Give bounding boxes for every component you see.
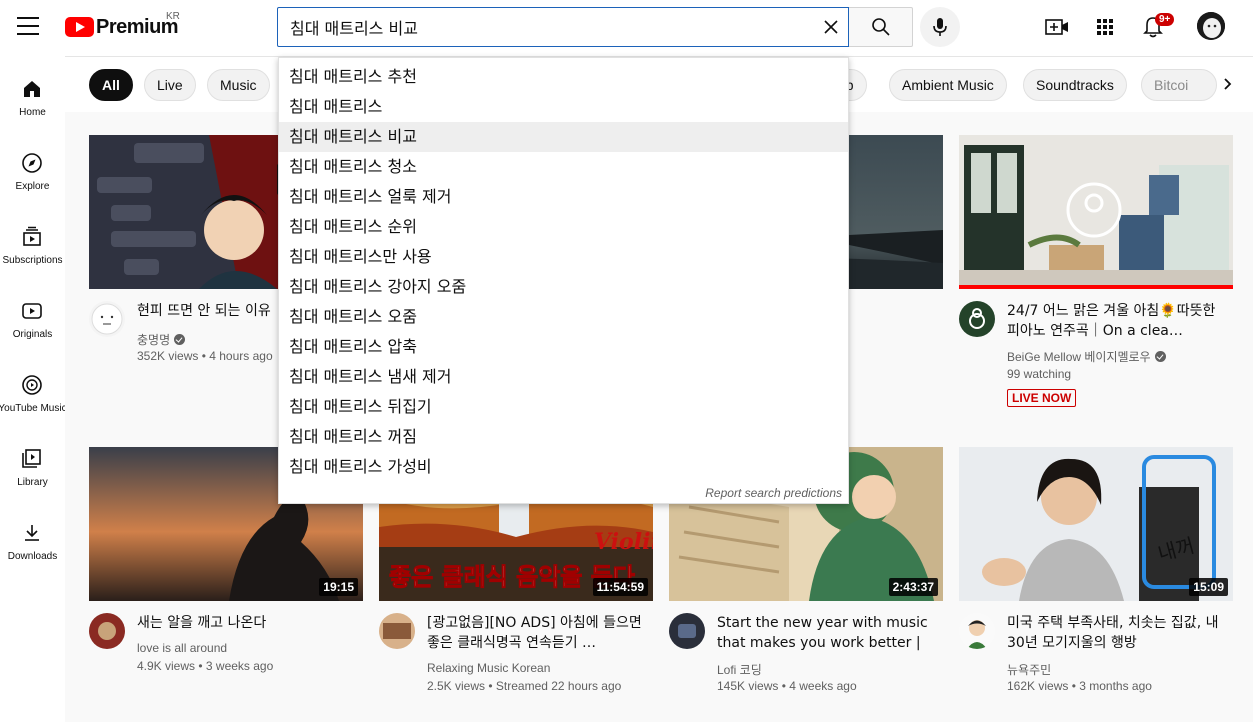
video-meta: 99 watching xyxy=(1007,367,1072,381)
search-icon xyxy=(871,18,890,36)
sidebar-item-label: Downloads xyxy=(7,551,58,562)
channel-name[interactable]: 충명명 xyxy=(137,331,186,348)
suggestion-item-highlighted[interactable]: 침대 매트리스 비교 xyxy=(279,122,848,152)
channel-name[interactable]: BeiGe Mellow 베이지멜로우 xyxy=(1007,348,1166,365)
create-video-icon[interactable] xyxy=(1044,14,1070,40)
chevron-right-icon[interactable] xyxy=(1218,72,1238,96)
live-now-badge: LIVE NOW xyxy=(1007,389,1077,407)
video-duration: 11:54:59 xyxy=(592,578,648,596)
video-thumbnail[interactable] xyxy=(959,135,1233,289)
clear-icon[interactable] xyxy=(822,18,840,36)
sidebar-item-library[interactable]: Library xyxy=(0,447,65,517)
sidebar-item-label: Home xyxy=(19,107,46,118)
chip-live[interactable]: Live xyxy=(144,69,196,101)
search-button[interactable] xyxy=(849,7,913,47)
sidebar-item-label: Subscriptions xyxy=(2,255,63,266)
suggestion-item[interactable]: 침대 매트리스 순위 xyxy=(279,212,848,242)
youtube-logo[interactable]: Premium KR xyxy=(65,11,180,39)
suggestion-item[interactable]: 침대 매트리스 꺼짐 xyxy=(279,422,848,452)
originals-icon xyxy=(22,303,42,319)
sidebar: Home Explore Subscriptions Originals You… xyxy=(0,56,67,722)
suggestion-item[interactable]: 침대 매트리스 압축 xyxy=(279,332,848,362)
video-meta: 162K views • 3 months ago xyxy=(1007,679,1152,693)
video-title[interactable]: [광고없음][NO ADS] 아침에 들으면 좋은 클래식명곡 연속듣기 … xyxy=(427,613,649,653)
video-duration: 15:09 xyxy=(1189,578,1228,596)
channel-name-text: BeiGe Mellow 베이지멜로우 xyxy=(1007,350,1151,364)
download-icon xyxy=(25,525,39,541)
channel-name-text: 충명명 xyxy=(137,333,171,347)
thumbnail-script-text: Violin xyxy=(594,529,653,555)
video-title[interactable]: Start the new year with music that makes… xyxy=(717,613,939,653)
notification-badge: 9+ xyxy=(1155,13,1175,26)
suggestion-item[interactable]: 침대 매트리스 냄새 제거 xyxy=(279,362,848,392)
apps-grid-icon[interactable] xyxy=(1092,14,1118,40)
home-icon xyxy=(24,81,40,97)
channel-avatar[interactable] xyxy=(89,613,125,649)
suggestion-item[interactable]: 침대 매트리스 xyxy=(279,92,848,122)
suggestion-item[interactable]: 침대 매트리스 얼룩 제거 xyxy=(279,182,848,212)
suggestion-item[interactable]: 침대 매트리스 청소 xyxy=(279,152,848,182)
report-search-predictions-link[interactable]: Report search predictions xyxy=(705,486,842,500)
music-icon xyxy=(22,375,42,395)
video-duration: 2:43:37 xyxy=(888,578,938,596)
chip-ambient-music[interactable]: Ambient Music xyxy=(889,69,1007,101)
video-meta: 352K views • 4 hours ago xyxy=(137,349,273,363)
channel-avatar[interactable] xyxy=(959,301,995,337)
channel-name[interactable]: Lofi 코딩 xyxy=(717,661,762,678)
chip-soundtracks[interactable]: Soundtracks xyxy=(1023,69,1127,101)
suggestion-item[interactable]: 침대 매트리스 뒤집기 xyxy=(279,392,848,422)
video-title[interactable]: 24/7 어느 맑은 겨울 아침🌻따뜻한 피아노 연주곡｜On a clea… xyxy=(1007,301,1229,341)
chip-all[interactable]: All xyxy=(89,69,133,101)
compass-icon xyxy=(22,153,42,173)
suggestion-item[interactable]: 침대 매트리스 강아지 오줌 xyxy=(279,272,848,302)
suggestion-item[interactable]: 침대 매트리스 가성비 xyxy=(279,452,848,482)
channel-name[interactable]: 뉴욕주민 xyxy=(1007,661,1051,678)
sidebar-item-downloads[interactable]: Downloads xyxy=(0,521,65,591)
top-bar: Premium KR 9+ xyxy=(0,0,1253,56)
sidebar-item-youtube-music[interactable]: YouTube Music xyxy=(0,373,67,443)
search-suggestions-dropdown: 침대 매트리스 추천 침대 매트리스 침대 매트리스 비교 침대 매트리스 청소… xyxy=(278,57,849,504)
voice-search-button[interactable] xyxy=(920,7,960,47)
video-duration: 19:15 xyxy=(319,578,358,596)
video-meta: 2.5K views • Streamed 22 hours ago xyxy=(427,679,622,693)
sidebar-item-label: Library xyxy=(17,477,48,488)
account-avatar[interactable] xyxy=(1197,12,1225,40)
sidebar-item-explore[interactable]: Explore xyxy=(0,151,65,221)
video-meta: 4.9K views • 3 weeks ago xyxy=(137,659,274,673)
library-icon xyxy=(22,449,41,468)
subscriptions-icon xyxy=(23,226,41,246)
channel-name[interactable]: Relaxing Music Korean xyxy=(427,661,550,675)
chip-music[interactable]: Music xyxy=(207,69,270,101)
search-input[interactable] xyxy=(290,8,810,46)
video-meta: 145K views • 4 weeks ago xyxy=(717,679,857,693)
sidebar-item-label: Originals xyxy=(12,329,53,340)
channel-avatar[interactable] xyxy=(669,613,705,649)
verified-check-icon xyxy=(1154,351,1166,362)
mic-icon xyxy=(933,18,947,36)
video-title[interactable]: 새는 알을 깨고 나온다 xyxy=(137,613,359,633)
channel-name[interactable]: love is all around xyxy=(137,641,227,655)
channel-avatar[interactable] xyxy=(379,613,415,649)
sidebar-item-label: YouTube Music xyxy=(0,403,67,414)
logo-country: KR xyxy=(166,11,180,22)
live-progress-bar xyxy=(959,285,1233,289)
video-title[interactable]: 미국 주택 부족사태, 치솟는 집값, 내 30년 모기지울의 행방 xyxy=(1007,613,1229,653)
youtube-play-icon xyxy=(65,17,94,37)
menu-icon[interactable] xyxy=(17,17,39,37)
sidebar-item-label: Explore xyxy=(15,181,50,192)
suggestion-item[interactable]: 침대 매트리스 오줌 xyxy=(279,302,848,332)
sidebar-item-home[interactable]: Home xyxy=(0,77,65,147)
chip-bitcoin[interactable]: Bitcoi xyxy=(1141,69,1217,101)
suggestion-item[interactable]: 침대 매트리스 추천 xyxy=(279,62,848,92)
suggestion-item[interactable]: 침대 매트리스만 사용 xyxy=(279,242,848,272)
video-thumbnail[interactable]: 내꺼 15:09 xyxy=(959,447,1233,601)
sidebar-item-originals[interactable]: Originals xyxy=(0,299,65,369)
search-box xyxy=(277,7,849,47)
channel-avatar[interactable] xyxy=(89,301,125,337)
sidebar-item-subscriptions[interactable]: Subscriptions xyxy=(0,225,65,295)
verified-check-icon xyxy=(174,334,186,345)
channel-avatar[interactable] xyxy=(959,613,995,649)
